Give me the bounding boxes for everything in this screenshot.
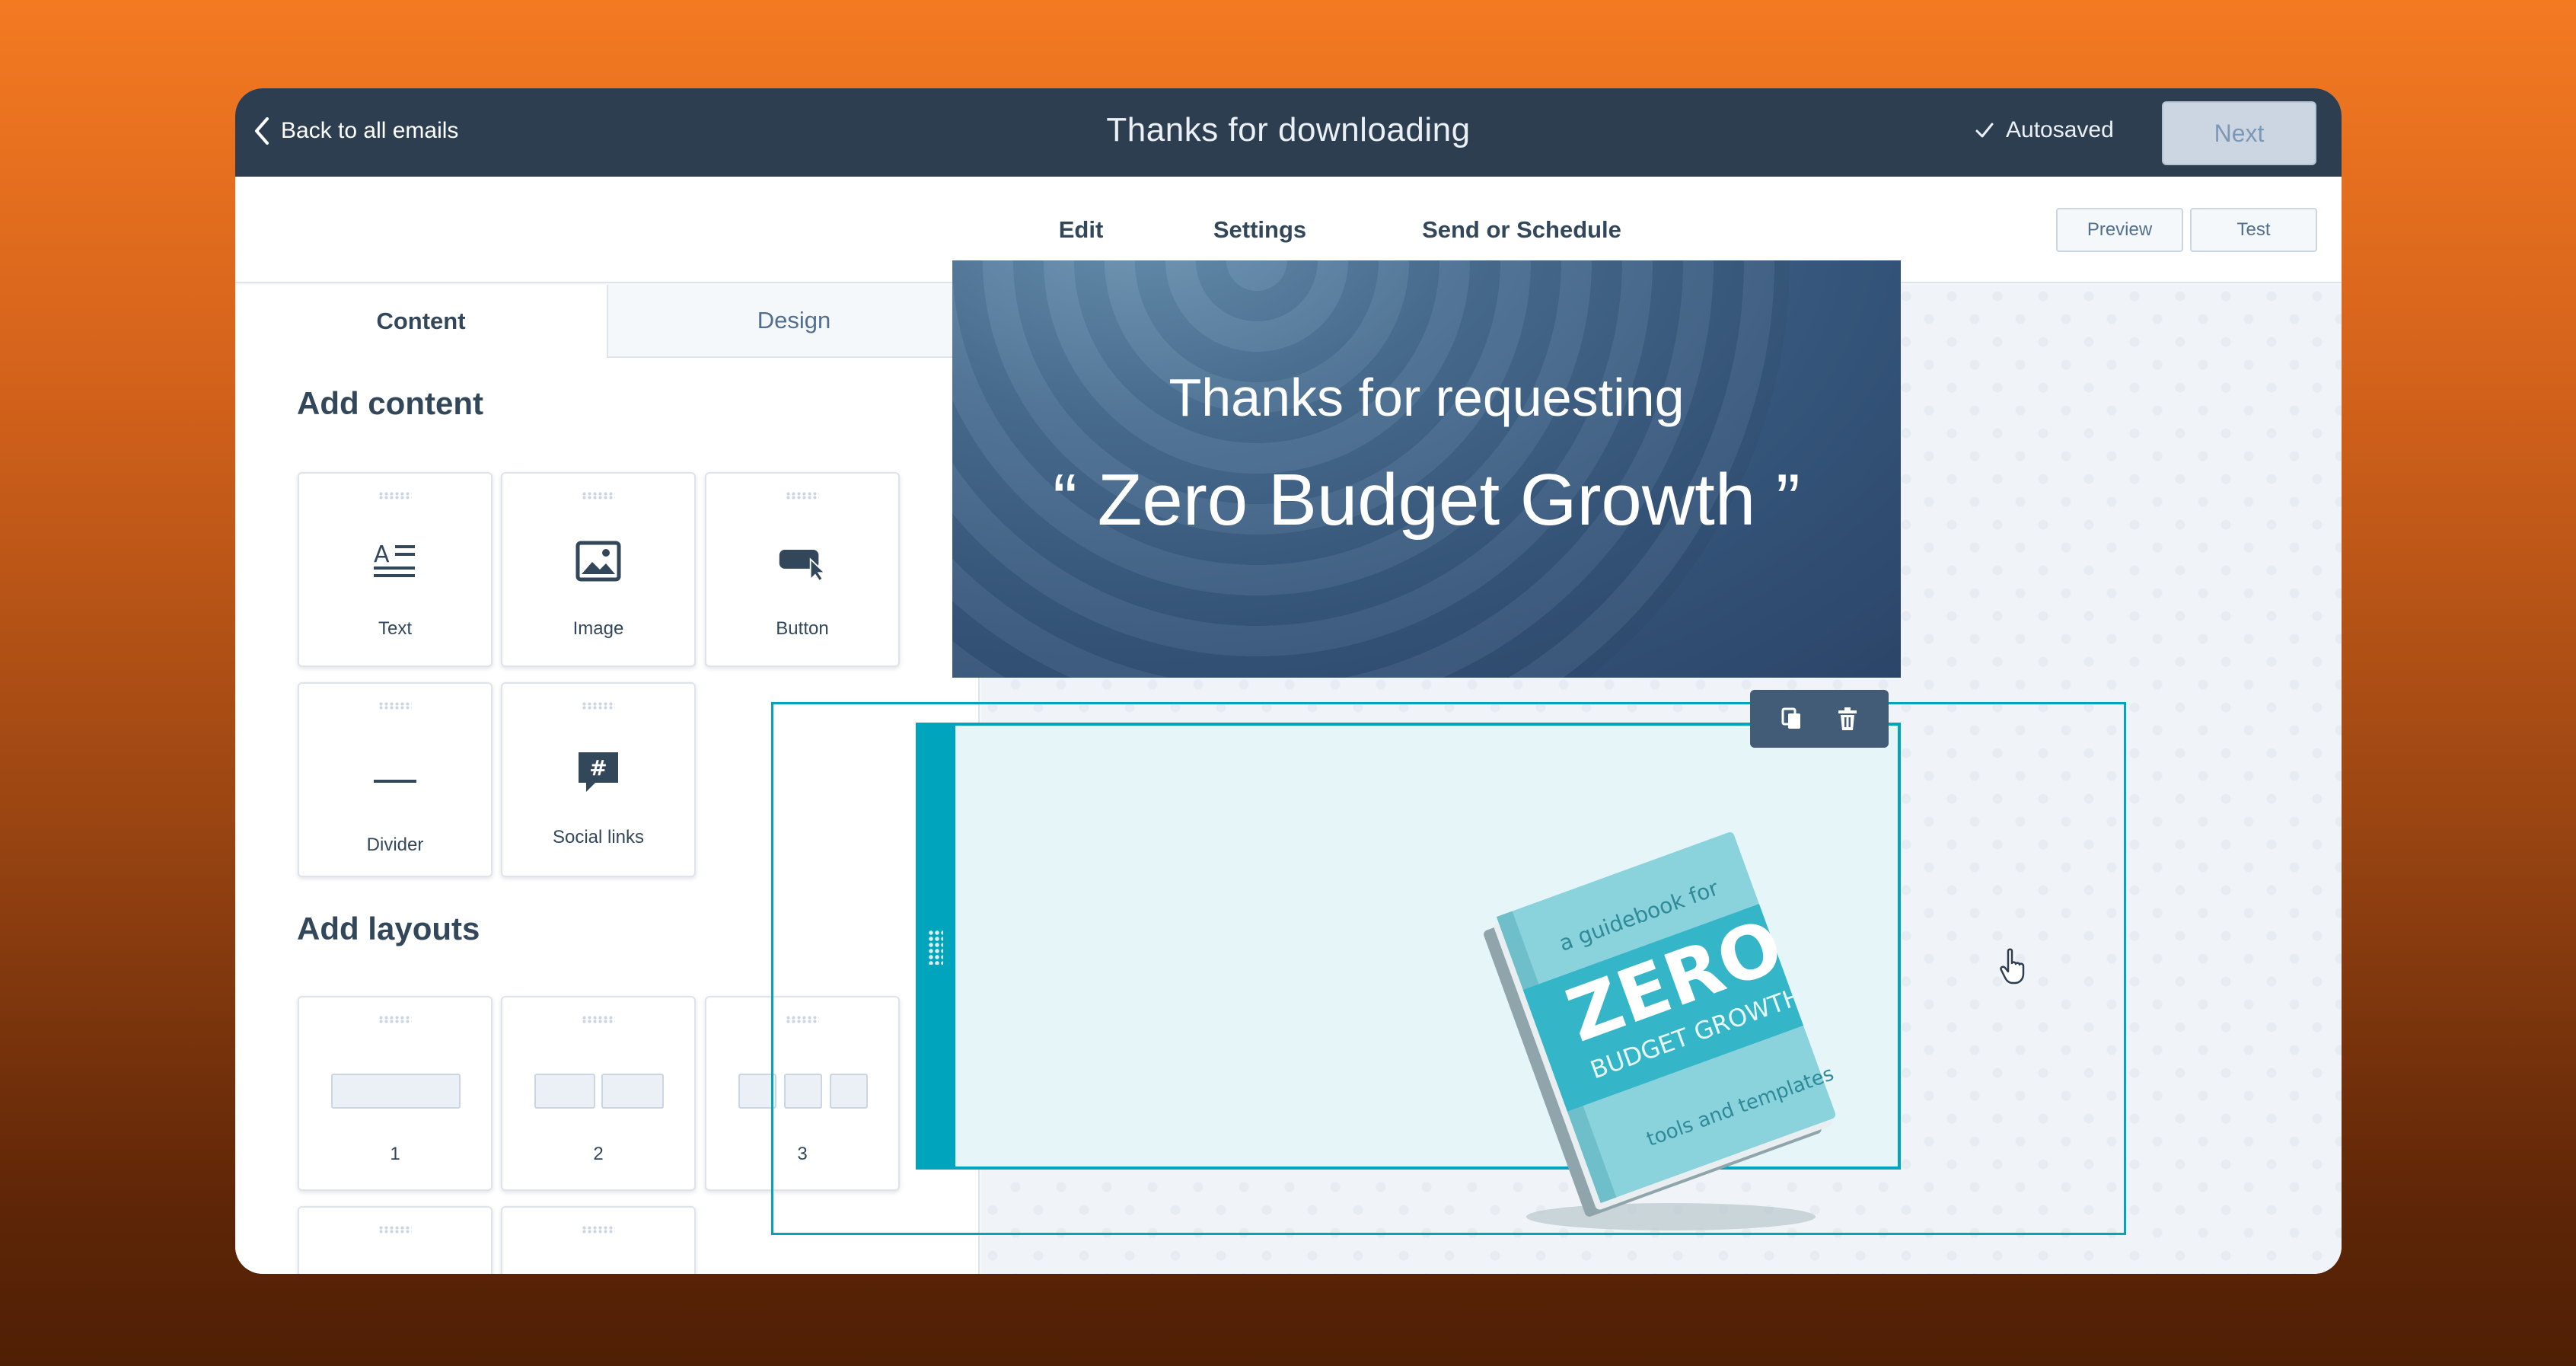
text-icon: A (371, 538, 419, 586)
drag-grip-icon (786, 492, 819, 499)
content-item-text[interactable]: A Text (298, 472, 493, 667)
column-placeholder (601, 1074, 664, 1109)
drag-grip-icon (582, 492, 615, 499)
content-item-label: Text (378, 618, 412, 639)
module-toolbar (1750, 690, 1889, 748)
layout-item-1-column[interactable]: 1 (298, 996, 493, 1191)
drag-handle-icon (928, 930, 943, 965)
book-image: a guidebook for ZERO BUDGET GROWTH tools… (1484, 831, 1837, 1230)
drag-grip-icon (582, 1016, 615, 1023)
module-drag-handle[interactable] (916, 723, 955, 1170)
preview-button[interactable]: Preview (2056, 208, 2183, 252)
test-button[interactable]: Test (2190, 208, 2317, 252)
autosaved-status: Autosaved (1974, 117, 2114, 143)
content-item-social-links[interactable]: # Social links (501, 682, 696, 877)
panel-tab-design[interactable]: Design (607, 285, 980, 358)
drag-grip-icon (378, 1226, 412, 1234)
add-content-heading: Add content (297, 385, 483, 421)
autosaved-label: Autosaved (2006, 117, 2114, 142)
layout-item-partial[interactable] (298, 1206, 493, 1274)
add-layouts-heading: Add layouts (297, 911, 480, 946)
image-icon (574, 538, 623, 586)
check-icon (1975, 123, 1994, 138)
top-bar: Back to all emails Thanks for downloadin… (235, 88, 2342, 177)
clone-icon[interactable] (1778, 705, 1806, 732)
column-placeholder (331, 1074, 461, 1109)
hand-cursor-icon (2000, 948, 2025, 985)
svg-text:A: A (374, 541, 390, 568)
content-item-button[interactable]: Button (705, 472, 900, 667)
layout-item-partial[interactable] (501, 1206, 696, 1274)
layout-label: 1 (390, 1144, 400, 1164)
content-item-divider[interactable]: Divider (298, 682, 493, 877)
column-placeholder (534, 1074, 595, 1109)
panel-tab-content[interactable]: Content (235, 285, 607, 358)
layout-label: 2 (593, 1144, 604, 1164)
drag-grip-icon (582, 702, 615, 710)
hero-banner[interactable]: Thanks for requesting “ Zero Budget Grow… (952, 260, 1901, 678)
trash-icon[interactable] (1834, 705, 1861, 732)
social-links-icon: # (574, 748, 623, 796)
hero-heading-line1: Thanks for requesting (1168, 368, 1685, 427)
divider-icon (371, 757, 419, 806)
hero-heading-line2: “ Zero Budget Growth ” (1053, 459, 1800, 541)
drag-grip-icon (582, 1226, 615, 1234)
content-item-label: Button (776, 618, 829, 639)
button-icon (778, 538, 827, 586)
content-item-label: Image (572, 618, 624, 639)
content-item-label: Social links (552, 827, 645, 847)
content-item-label: Divider (366, 835, 424, 855)
next-button[interactable]: Next (2162, 101, 2316, 165)
svg-text:#: # (589, 755, 607, 780)
drag-grip-icon (378, 702, 412, 710)
layout-item-2-column[interactable]: 2 (501, 996, 696, 1191)
drag-grip-icon (378, 1016, 412, 1023)
drag-grip-icon (378, 492, 412, 499)
content-item-image[interactable]: Image (501, 472, 696, 667)
